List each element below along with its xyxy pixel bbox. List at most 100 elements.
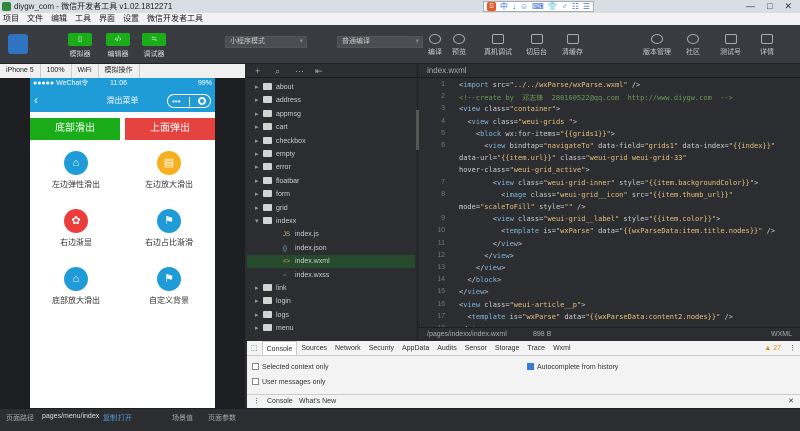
debugger-button[interactable]: ≒ 调试器 — [142, 33, 166, 59]
code-line[interactable]: <view class="weui-grid__label" style="{{… — [459, 215, 721, 223]
code-line[interactable]: <!--create by 邓志锋 280160522@qq.com http:… — [459, 93, 733, 103]
bottom-slide-button[interactable]: 底部滑出 — [30, 118, 120, 140]
mode-select[interactable]: 小程序模式 ▾ — [225, 36, 307, 48]
file-tree-item[interactable]: <> index.wxml — [247, 255, 415, 269]
selected-context-checkbox[interactable]: Selected context only — [252, 363, 329, 371]
menu-devtools[interactable]: 微信开发者工具 — [147, 13, 203, 25]
menu-edit[interactable]: 编辑 — [51, 13, 67, 25]
tab-storage[interactable]: Storage — [491, 341, 524, 355]
ime-item[interactable]: ☷ — [572, 0, 579, 13]
add-icon[interactable]: + — [255, 64, 260, 78]
close-circle-icon[interactable] — [197, 97, 206, 105]
compile-select[interactable]: 普通编译 ▾ — [337, 36, 423, 48]
editor-tab[interactable]: index.wxml — [419, 64, 800, 78]
code-line[interactable]: </view> — [459, 252, 514, 260]
editor-button[interactable]: ‹/› 编辑器 — [106, 33, 130, 59]
top-popup-button[interactable]: 上面弹出 — [125, 118, 215, 140]
ime-item[interactable]: ↓ — [512, 0, 516, 13]
version-button[interactable]: 版本管理 — [643, 34, 671, 57]
tab-network[interactable]: Network — [331, 341, 365, 355]
grid-item[interactable]: ⚑ 自定义背景 — [123, 258, 215, 314]
operate-select[interactable]: 模拟操作 — [99, 64, 140, 78]
grid-item[interactable]: ✿ 右边渐显 — [30, 200, 122, 256]
open-link[interactable]: 打开 — [118, 413, 132, 423]
code-line[interactable]: <view bindtap="navigateTo" data-field="g… — [459, 142, 775, 150]
code-line[interactable]: mode="scaleToFill" style="" /> — [459, 203, 585, 211]
more-icon[interactable]: ⋯ — [295, 64, 304, 78]
file-tree-item[interactable]: ▸ grid — [247, 202, 415, 215]
code-editor[interactable]: index.wxml 1 <import src="../../wxParse/w… — [419, 64, 800, 341]
file-tree-item[interactable]: ▸ logs — [247, 309, 415, 322]
ime-toolbar[interactable]: S 中 ↓ ☺ ⌨ 👕 ♂ ☷ ☰ — [483, 0, 595, 13]
ime-item[interactable]: ☺ — [520, 0, 528, 13]
code-line[interactable]: <template is="wxParse" data="{{wxParseDa… — [459, 227, 775, 235]
code-line[interactable]: </block> — [459, 276, 501, 284]
minimize-icon[interactable]: — — [746, 0, 755, 13]
tab-trace[interactable]: Trace — [523, 341, 549, 355]
grid-item[interactable]: ⌂ 左边弹性滑出 — [30, 142, 122, 198]
menu-settings[interactable]: 设置 — [123, 13, 139, 25]
autocomplete-checkbox[interactable]: Autocomplete from history — [527, 363, 618, 371]
sogou-icon[interactable]: S — [487, 2, 496, 11]
tab-sources[interactable]: Sources — [297, 341, 331, 355]
compile-button[interactable]: 编译 — [428, 34, 442, 57]
scene-button[interactable]: 场景值 — [172, 413, 193, 423]
community-button[interactable]: 社区 — [686, 34, 700, 57]
file-tree-item[interactable]: {} index.json — [247, 242, 415, 255]
background-button[interactable]: 切后台 — [526, 34, 547, 57]
tab-appdata[interactable]: AppData — [398, 341, 433, 355]
close-icon[interactable]: ✕ — [788, 395, 794, 409]
language-mode[interactable]: WXML — [771, 328, 792, 341]
code-line[interactable]: <view class="container"> — [459, 105, 560, 113]
tab-wxml[interactable]: Wxml — [549, 341, 575, 355]
code-line[interactable]: <template is="wxParse" data="{{wxParseDa… — [459, 313, 733, 321]
tab-security[interactable]: Security — [365, 341, 398, 355]
code-line[interactable]: <view class="weui-grids "> — [459, 118, 577, 126]
file-tree-item[interactable]: ▸ appmsg — [247, 108, 415, 121]
code-line[interactable]: <image class="weui-grid__icon" src="{{it… — [459, 191, 733, 199]
ime-item[interactable]: 中 — [500, 0, 508, 13]
code-line[interactable]: </view> — [459, 288, 489, 296]
file-tree-item[interactable]: ▸ link — [247, 282, 415, 295]
inspect-icon[interactable]: ⬚ — [247, 341, 262, 355]
menu-tools[interactable]: 工具 — [75, 13, 91, 25]
close-icon[interactable]: ✕ — [784, 0, 792, 13]
capsule-menu[interactable]: ••• — [167, 94, 211, 108]
search-icon[interactable]: ⌕ — [275, 64, 280, 78]
grid-item[interactable]: ▤ 左边放大滑出 — [123, 142, 215, 198]
file-tree-item[interactable]: ▸ address — [247, 94, 415, 107]
zoom-select[interactable]: 100% — [41, 64, 72, 78]
file-tree-item[interactable]: ▸ error — [247, 161, 415, 174]
code-line[interactable]: </view> — [459, 264, 506, 272]
ime-item[interactable]: ⌨ — [532, 0, 544, 13]
ime-item[interactable]: ♂ — [562, 0, 568, 13]
code-line[interactable]: data-url="{{item.url}}" class="weui-grid… — [459, 154, 687, 162]
back-arrow-icon[interactable]: ‹ — [34, 89, 38, 112]
code-line[interactable]: <view class="weui-article__p"> — [459, 301, 585, 309]
network-select[interactable]: WiFi — [72, 64, 99, 78]
file-tree-item[interactable]: ▾ indexx — [247, 215, 415, 228]
file-tree-item[interactable]: ▸ about — [247, 81, 415, 94]
avatar[interactable] — [8, 34, 28, 54]
file-tree-item[interactable]: JS index.js — [247, 228, 415, 241]
checkbox-box[interactable] — [252, 378, 259, 385]
code-line[interactable]: hover-class="weui-grid_active"> — [459, 166, 590, 174]
file-tree-item[interactable]: ~ index.wxss — [247, 269, 415, 282]
tab-console[interactable]: Console — [261, 341, 298, 355]
drawer-tab-whatsnew[interactable]: What's New — [299, 395, 336, 409]
clear-cache-button[interactable]: 清缓存 — [562, 34, 583, 57]
more-vert-icon[interactable]: ⋮ — [785, 341, 800, 355]
menu-project[interactable]: 项目 — [3, 13, 19, 25]
preview-button[interactable]: 预览 — [452, 34, 466, 57]
grid-item[interactable]: ⚑ 右边占比渐滑 — [123, 200, 215, 256]
tab-sensor[interactable]: Sensor — [461, 341, 491, 355]
test-account-button[interactable]: 测试号 — [720, 34, 741, 57]
code-line[interactable]: <block wx:for-items="{{grids1}}"> — [459, 130, 615, 138]
menu-file[interactable]: 文件 — [27, 13, 43, 25]
code-line[interactable]: <import src="../../wxParse/wxParse.wxml"… — [459, 81, 640, 89]
ime-item[interactable]: 👕 — [548, 0, 558, 13]
warning-count[interactable]: ▲ 27 — [760, 341, 785, 355]
drawer-menu-icon[interactable]: ⋮ — [253, 395, 260, 409]
file-tree-item[interactable]: ▸ empty — [247, 148, 415, 161]
simulator-button[interactable]: ▯ 模拟器 — [68, 33, 92, 59]
